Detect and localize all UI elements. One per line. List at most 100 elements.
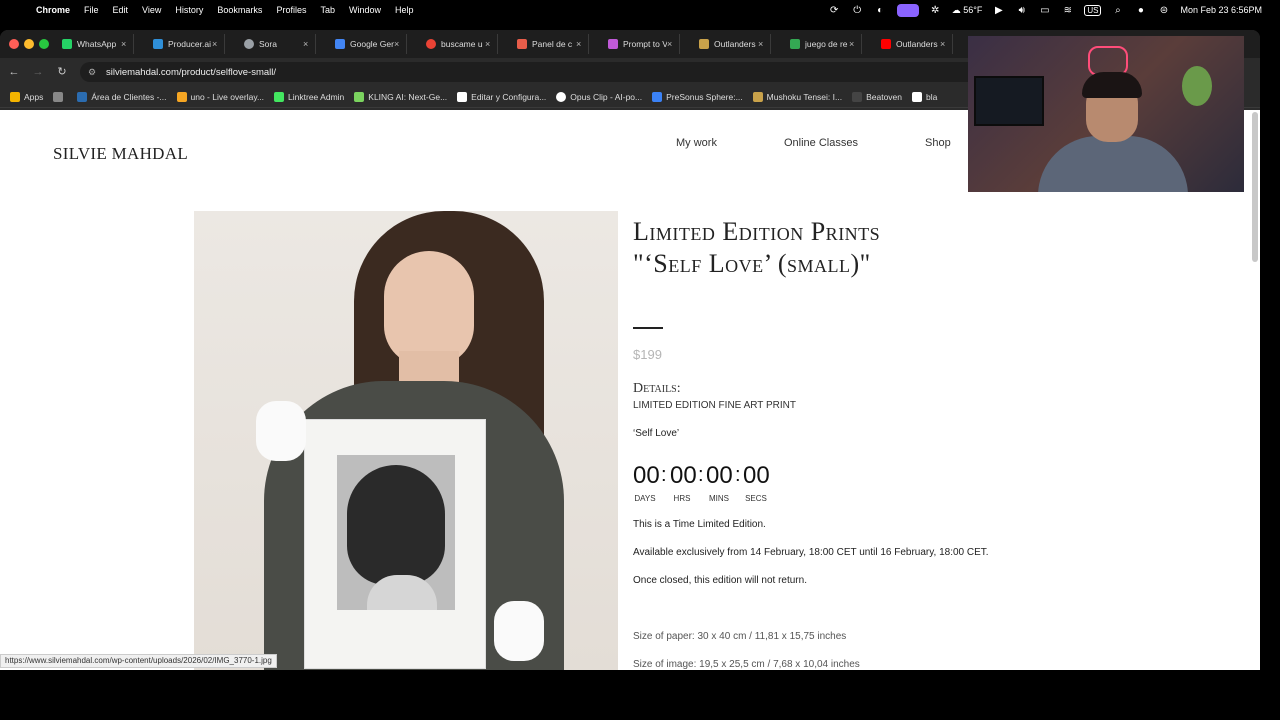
control-center-icon[interactable]: ⊜ [1157, 5, 1170, 16]
close-tab-icon[interactable]: × [212, 39, 224, 49]
nav-my-work[interactable]: My work [676, 137, 717, 149]
menu-bookmarks[interactable]: Bookmarks [217, 5, 262, 15]
grid-icon [53, 91, 64, 102]
beatoven-icon [852, 91, 863, 102]
siri-icon[interactable]: ● [1134, 5, 1147, 16]
volume-icon[interactable]: 🔊︎ [1015, 5, 1028, 16]
moon-icon[interactable]: ◐ [874, 5, 887, 16]
tab-sora[interactable]: Sora × [238, 34, 316, 54]
menu-edit[interactable]: Edit [113, 5, 129, 15]
play-icon[interactable]: ▶ [992, 5, 1005, 16]
site-brand[interactable]: SILVIE MAHDAL [53, 144, 188, 164]
close-tab-icon[interactable]: × [940, 39, 952, 49]
product-title-line1: Limited Edition Prints [633, 217, 881, 246]
bookmark-linktree[interactable]: Linktree Admin [274, 91, 344, 102]
menu-window[interactable]: Window [349, 5, 381, 15]
tab-juego[interactable]: juego de re × [784, 34, 862, 54]
tab-buscame[interactable]: buscame u × [420, 34, 498, 54]
countdown-days-value: 00 [633, 462, 660, 489]
countdown-minutes: 00 MINS [706, 462, 733, 503]
bookmark-bla[interactable]: bla [912, 91, 937, 102]
menu-app-name[interactable]: Chrome [36, 5, 70, 15]
nav-shop[interactable]: Shop [925, 137, 951, 149]
bookmark-label: Opus Clip - AI-po... [570, 91, 643, 102]
menubar-clock[interactable]: Mon Feb 23 6:56PM [1180, 5, 1262, 15]
tab-outlanders-2[interactable]: Outlanders × [875, 34, 953, 54]
close-tab-icon[interactable]: × [303, 39, 315, 49]
bookmark-grid[interactable] [53, 91, 67, 102]
menu-view[interactable]: View [142, 5, 161, 15]
bookmark-area-clientes[interactable]: Área de Clientes -... [77, 91, 167, 102]
editar-icon [457, 91, 468, 102]
close-tab-icon[interactable]: × [758, 39, 770, 49]
product-image[interactable] [194, 211, 618, 670]
tab-label: Outlanders [896, 39, 938, 49]
page-scrollbar[interactable] [1252, 112, 1258, 262]
webcam-person-hair [1082, 72, 1142, 98]
tab-outlanders-1[interactable]: Outlanders × [693, 34, 771, 54]
countdown-colon: : [661, 464, 667, 486]
power-icon[interactable]: ⏻ [851, 5, 864, 16]
bookmark-kling[interactable]: KLING AI: Next-Ge... [354, 91, 447, 102]
bookmark-uno[interactable]: uno - Live overlay... [176, 91, 265, 102]
input-source-icon[interactable]: US [1084, 4, 1102, 16]
close-tab-icon[interactable]: × [667, 39, 679, 49]
image-size-text: Size of image: 19,5 x 25,5 cm / 7,68 x 1… [633, 659, 860, 670]
tab-producer[interactable]: Producer.ai × [147, 34, 225, 54]
address-url: silviemahdal.com/product/selflove-small/ [106, 66, 277, 78]
wifi-icon[interactable]: ≋ [1061, 5, 1074, 16]
forward-arrow-icon[interactable]: → [30, 64, 46, 80]
tab-whatsapp[interactable]: WhatsApp × [56, 34, 134, 54]
mushoku-icon [752, 91, 763, 102]
weather-temp: 56°F [963, 4, 983, 15]
weather-icon[interactable]: ☁ 56°F [952, 5, 983, 16]
site-info-icon[interactable]: ⚙ [88, 67, 100, 78]
bookmark-label: uno - Live overlay... [190, 91, 265, 102]
bookmark-editar[interactable]: Editar y Configura... [457, 91, 546, 102]
search-icon[interactable]: ⌕ [1111, 5, 1124, 16]
countdown-colon: : [698, 464, 704, 486]
countdown-mins-label: MINS [709, 494, 729, 503]
uno-icon [176, 91, 187, 102]
minimize-window-icon[interactable] [24, 39, 34, 49]
tab-label: Producer.ai [168, 39, 211, 49]
sync-icon[interactable]: ⟳ [828, 5, 841, 16]
menu-file[interactable]: File [84, 5, 99, 15]
gear-icon[interactable]: ✲ [929, 5, 942, 16]
display-icon[interactable]: ▭ [1038, 5, 1051, 16]
close-tab-icon[interactable]: × [394, 39, 406, 49]
screen-record-icon[interactable] [896, 3, 919, 17]
back-arrow-icon[interactable]: ← [6, 64, 22, 80]
bookmark-mushoku[interactable]: Mushoku Tensei: I... [752, 91, 843, 102]
webcam-monitor [974, 76, 1044, 126]
menu-profiles[interactable]: Profiles [276, 5, 306, 15]
menu-tab[interactable]: Tab [320, 5, 335, 15]
close-window-icon[interactable] [9, 39, 19, 49]
web-page: SILVIE MAHDAL My work Online Classes Sho… [0, 110, 1260, 670]
bookmark-opus[interactable]: Opus Clip - AI-po... [556, 91, 643, 102]
closed-edition-text: Once closed, this edition will not retur… [633, 575, 807, 586]
bookmark-apps[interactable]: Apps [10, 91, 43, 102]
tab-prompt[interactable]: Prompt to V × [602, 34, 680, 54]
bookmark-label: Beatoven [866, 91, 903, 102]
tab-panel[interactable]: Panel de c × [511, 34, 589, 54]
bookmark-beatoven[interactable]: Beatoven [852, 91, 903, 102]
reload-icon[interactable]: ↻ [54, 64, 70, 80]
close-tab-icon[interactable]: × [576, 39, 588, 49]
panel-icon [517, 39, 527, 49]
menu-history[interactable]: History [175, 5, 203, 15]
nav-online-classes[interactable]: Online Classes [784, 137, 858, 149]
opus-icon [556, 91, 567, 102]
tab-google-gen[interactable]: Google Gen × [329, 34, 407, 54]
menu-help[interactable]: Help [395, 5, 414, 15]
close-tab-icon[interactable]: × [121, 39, 133, 49]
artwork-hair [347, 465, 445, 585]
outlanders-icon [699, 39, 709, 49]
close-tab-icon[interactable]: × [485, 39, 497, 49]
title-divider [633, 327, 663, 329]
bookmark-label: Mushoku Tensei: I... [766, 91, 843, 102]
close-tab-icon[interactable]: × [849, 39, 861, 49]
kling-icon [354, 91, 365, 102]
maximize-window-icon[interactable] [39, 39, 49, 49]
bookmark-presonus[interactable]: PreSonus Sphere:... [652, 91, 743, 102]
